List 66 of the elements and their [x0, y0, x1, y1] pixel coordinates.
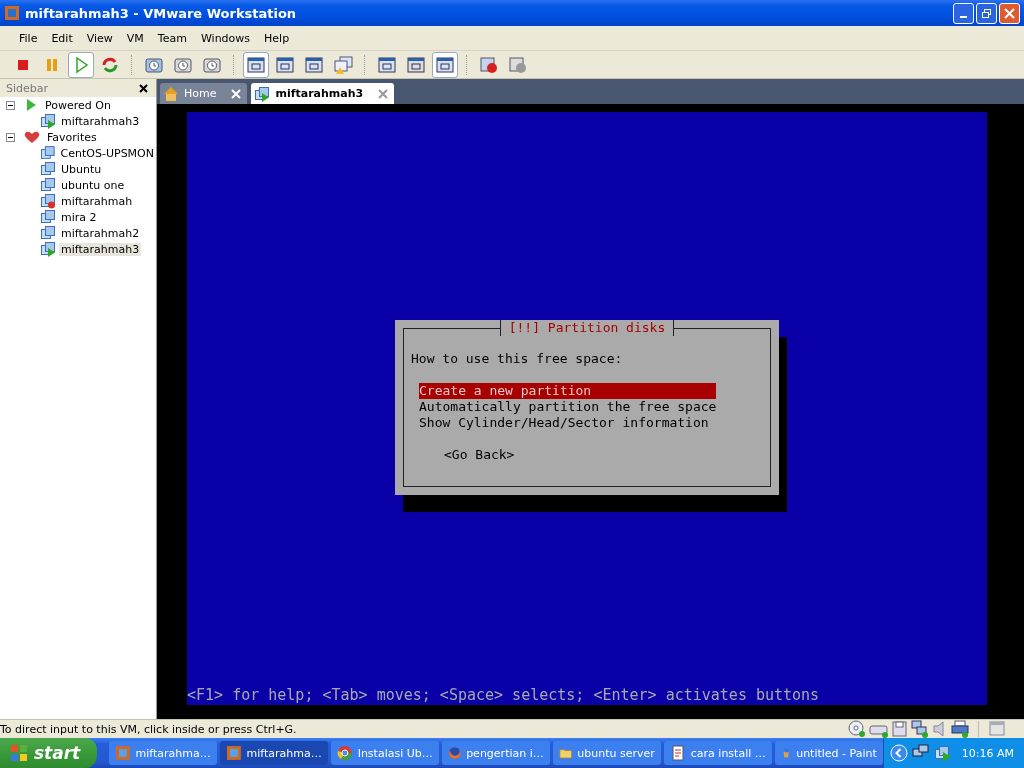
- menu-item[interactable]: Help: [257, 31, 297, 45]
- close-icon: [1004, 7, 1015, 19]
- collapse-icon[interactable]: [6, 100, 15, 110]
- vm-list-item[interactable]: miftarahmah3: [59, 114, 142, 128]
- tree-group-label[interactable]: Favorites: [45, 130, 99, 144]
- vm-list-item[interactable]: Ubuntu: [59, 162, 104, 176]
- document-icon: [669, 745, 686, 761]
- vm-list-item[interactable]: miftarahmah2: [59, 226, 142, 240]
- window-title: miftarahmah3 - VMware Workstation: [25, 5, 298, 21]
- taskbar-button[interactable]: cara install …: [663, 741, 772, 765]
- browser-icon: [447, 745, 462, 761]
- windows-flag-icon: [10, 744, 28, 762]
- chevron-left-icon[interactable]: [889, 744, 908, 762]
- app-icon: [4, 5, 20, 21]
- floppy-icon[interactable]: [892, 720, 908, 738]
- heart-icon: [24, 130, 40, 144]
- menu-item[interactable]: Edit: [44, 31, 80, 45]
- menu-option[interactable]: Create a new partition: [419, 383, 717, 399]
- help-line: <F1> for help; <Tab> moves; <Space> selects; <Enter> activates buttons: [187, 686, 820, 704]
- menu-item[interactable]: Windows: [193, 31, 258, 45]
- status-message: To direct input to this VM, click inside or press Ctrl+G.: [0, 722, 297, 736]
- taskbar-button[interactable]: untitled - Paint: [774, 741, 883, 765]
- printer-icon[interactable]: [951, 720, 969, 738]
- tab[interactable]: miftarahmah3: [251, 83, 395, 104]
- vm-list-item[interactable]: CentOS-UPSMON: [58, 146, 156, 160]
- close-button[interactable]: [999, 2, 1020, 24]
- menu-option[interactable]: Automatically partition the free space: [419, 399, 717, 415]
- house-icon: [163, 85, 179, 102]
- menu-option[interactable]: Show Cylinder/Head/Sector information: [419, 415, 717, 431]
- app-window-icon: [225, 745, 242, 761]
- network-icon[interactable]: [911, 720, 929, 738]
- tree-group-label[interactable]: Powered On: [43, 98, 113, 112]
- play-icon[interactable]: [68, 51, 94, 78]
- taskbar-button[interactable]: miftarahma…: [219, 741, 328, 765]
- browser-icon: [336, 745, 353, 761]
- close-icon[interactable]: [139, 83, 148, 93]
- dialog-prompt: How to use this free space:: [411, 351, 624, 367]
- taskbar-button[interactable]: pengertian i…: [441, 741, 550, 765]
- dialog-title: [!!] Partition disks: [499, 320, 675, 336]
- vm-icon[interactable]: [933, 744, 952, 762]
- vm-list-item[interactable]: miftarahmah3: [59, 242, 142, 256]
- menu-item[interactable]: View: [79, 31, 120, 45]
- taskbar-button[interactable]: ubuntu server: [552, 741, 661, 765]
- collapse-icon[interactable]: [6, 132, 15, 142]
- tab[interactable]: Home: [160, 83, 248, 104]
- menu-item[interactable]: File: [12, 31, 45, 45]
- go-back-button[interactable]: <Go Back>: [444, 447, 515, 462]
- minimize-button[interactable]: [953, 2, 974, 24]
- vm-icon: [254, 85, 271, 102]
- minimize-icon: [960, 16, 967, 18]
- cd-icon[interactable]: [848, 720, 866, 738]
- taskbar-button[interactable]: miftarahma…: [108, 741, 217, 765]
- vm-list-item[interactable]: mira 2: [59, 210, 99, 224]
- vm-list-item[interactable]: ubuntu one: [59, 178, 127, 192]
- restore-icon: [981, 7, 992, 19]
- restore-button[interactable]: [976, 2, 997, 24]
- taskbar-button[interactable]: Instalasi Ub…: [330, 741, 439, 765]
- start-button[interactable]: start: [0, 738, 97, 768]
- sidebar-view-icon[interactable]: [243, 51, 269, 78]
- menu-item[interactable]: VM: [119, 31, 151, 45]
- sidebar-title: Sidebar: [6, 81, 49, 95]
- app-window-icon: [114, 745, 131, 761]
- clock: 10:16 AM: [961, 746, 1014, 760]
- vm-list-item[interactable]: miftarahmah: [59, 194, 135, 208]
- multi-window-icon[interactable]: [432, 51, 458, 78]
- menu-item[interactable]: Team: [150, 31, 194, 45]
